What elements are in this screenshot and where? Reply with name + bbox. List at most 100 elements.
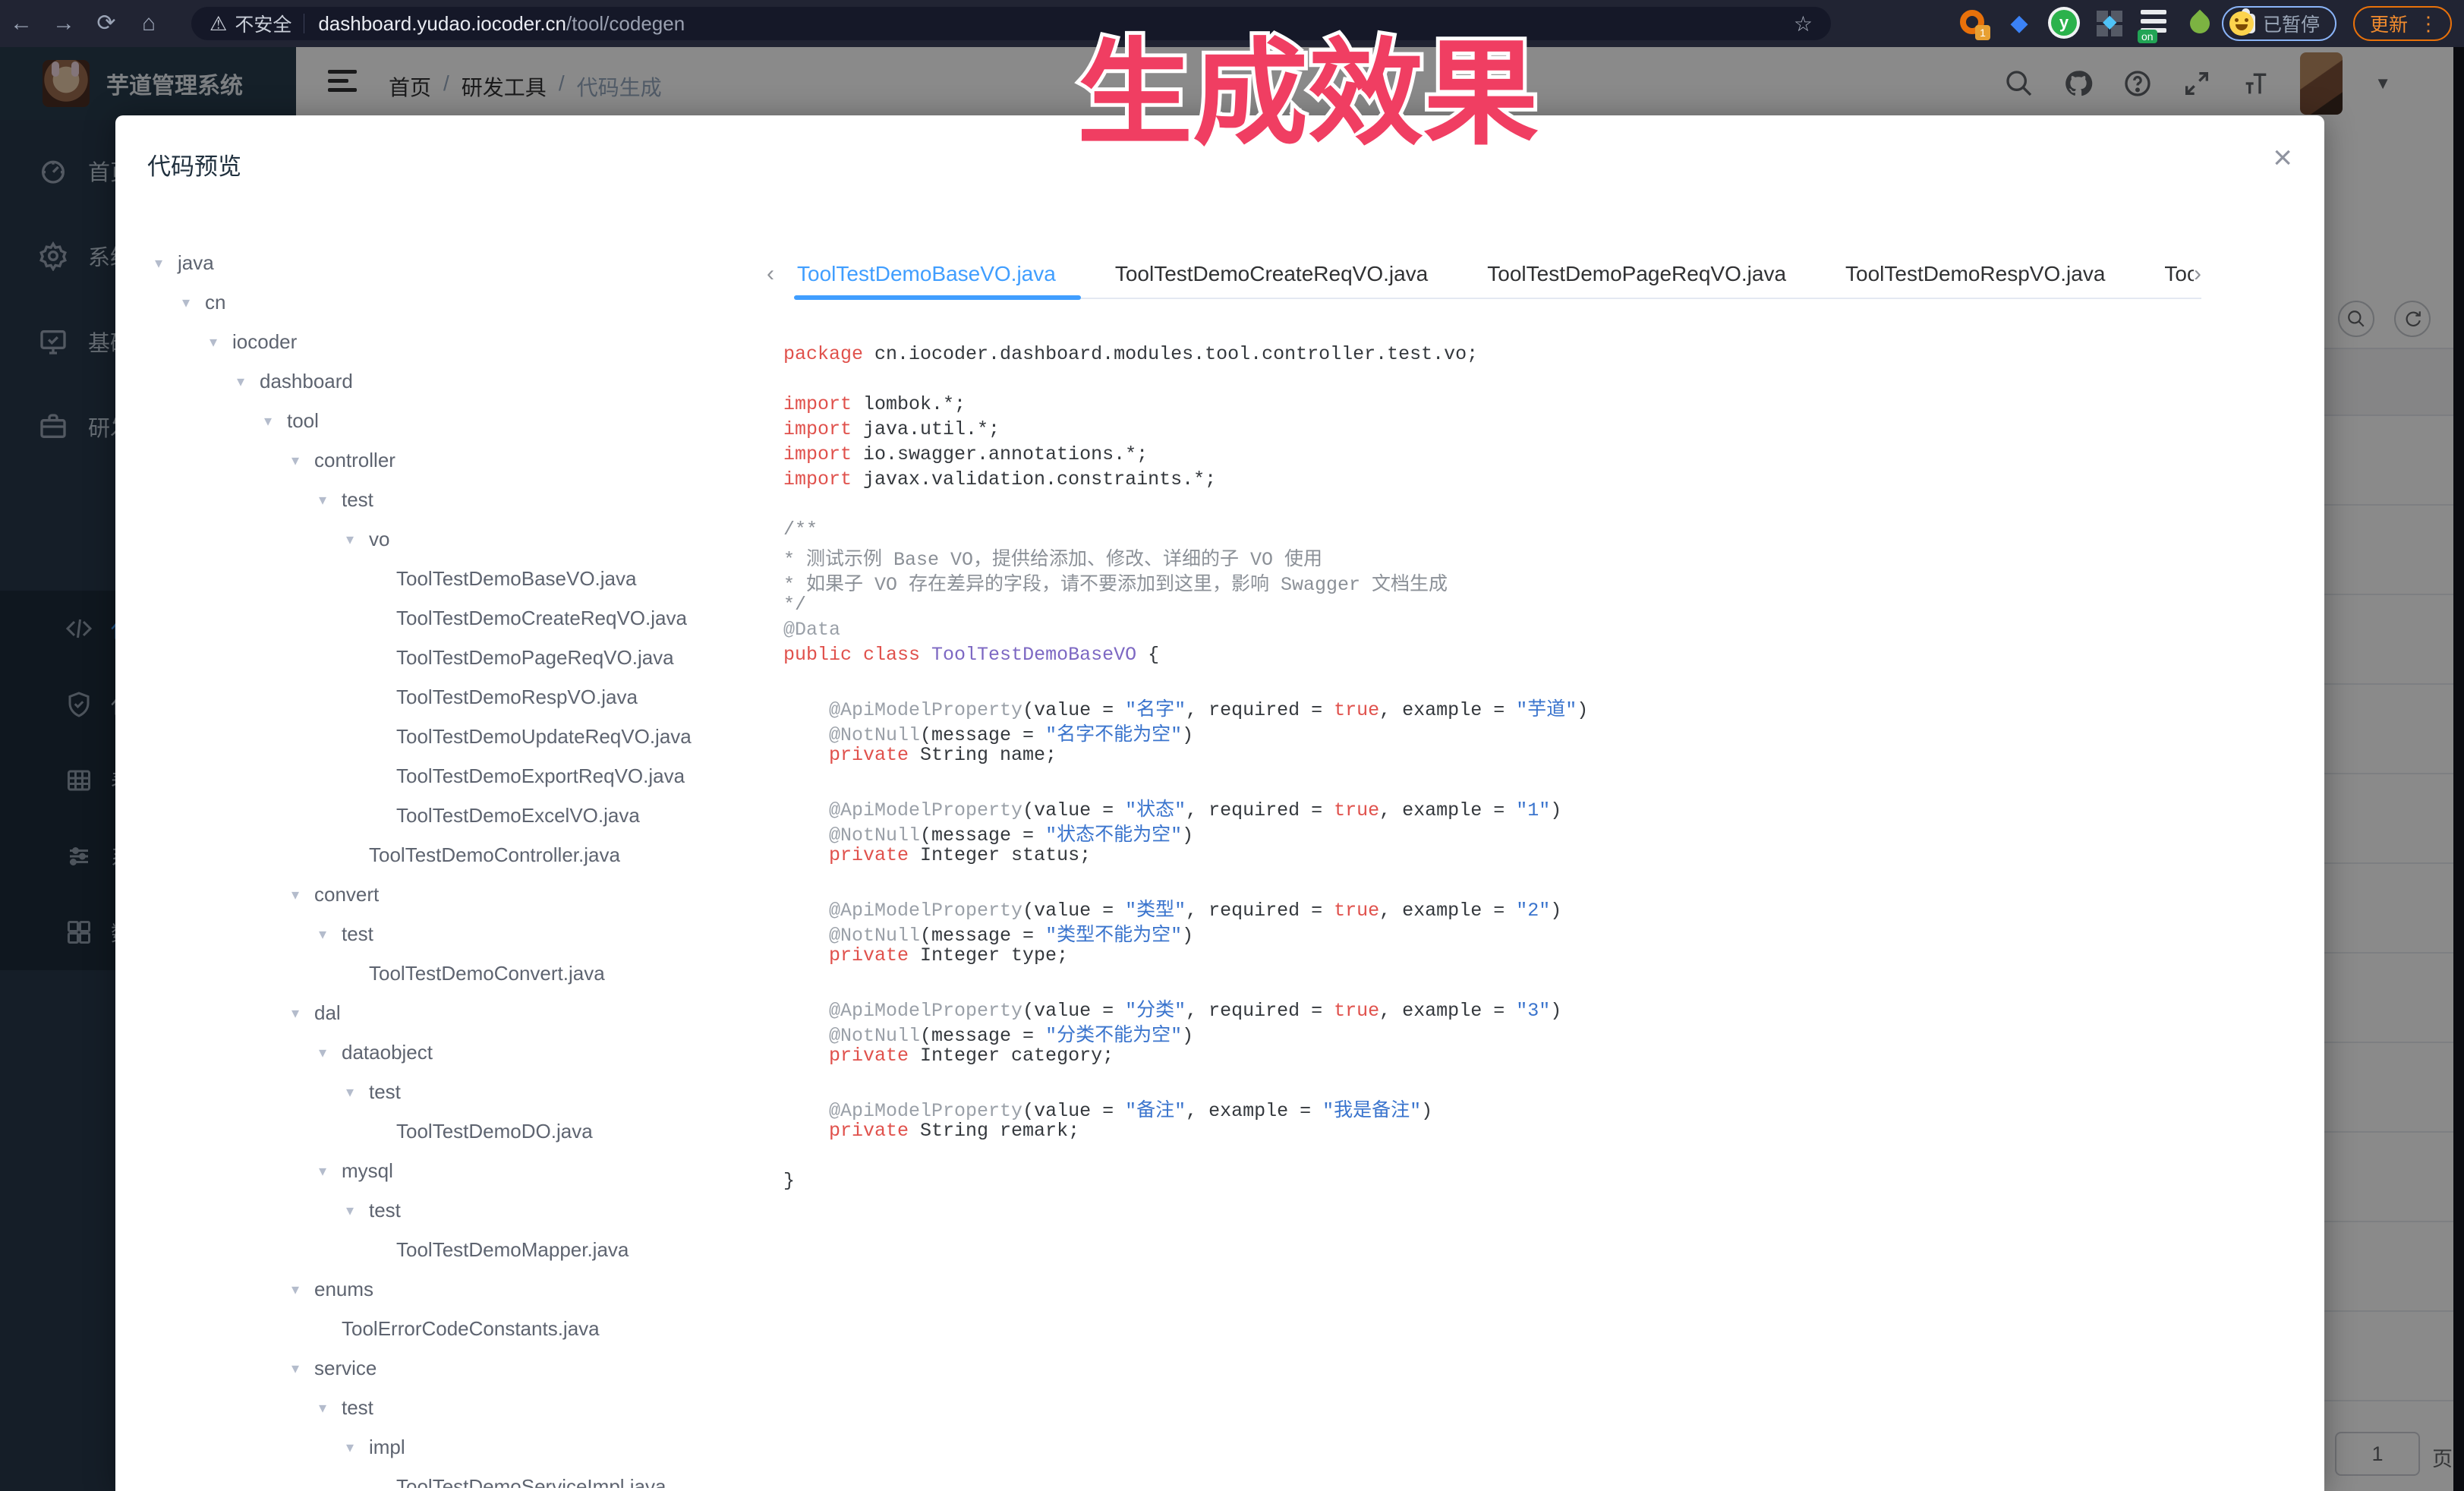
tree-node-label: iocoder (232, 330, 297, 354)
browser-menu-icon[interactable]: ⋮ (2418, 18, 2438, 29)
tree-node-file[interactable]: ToolTestDemoExportReqVO.java (373, 756, 685, 796)
tree-node-folder[interactable]: ▾mysql (319, 1151, 393, 1190)
tree-expand-caret-icon[interactable]: ▾ (319, 925, 342, 944)
code-line: import java.util.*; (783, 418, 2286, 443)
tree-node-file[interactable]: ToolTestDemoMapper.java (373, 1230, 629, 1269)
tree-indent (373, 768, 396, 785)
code-line: public class ToolTestDemoBaseVO { (783, 644, 2286, 669)
tree-expand-caret-icon[interactable]: ▾ (291, 1280, 314, 1299)
tree-expand-caret-icon[interactable]: ▾ (319, 1043, 342, 1062)
tree-node-label: vo (369, 528, 389, 551)
tree-node-folder[interactable]: ▾dataobject (319, 1032, 433, 1072)
tree-node-file[interactable]: ToolErrorCodeConstants.java (319, 1309, 600, 1348)
close-icon[interactable]: × (2273, 141, 2292, 175)
tree-node-folder[interactable]: ▾enums (291, 1269, 373, 1309)
tree-node-file[interactable]: ToolTestDemoUpdateReqVO.java (373, 717, 692, 756)
extension-badge: 1 (1975, 25, 1990, 40)
tree-expand-caret-icon[interactable]: ▾ (210, 333, 232, 351)
tree-expand-caret-icon[interactable]: ▾ (291, 885, 314, 904)
tree-node-folder[interactable]: ▾test (346, 1072, 401, 1111)
tree-node-file[interactable]: ToolTestDemoRespVO.java (373, 677, 638, 717)
tree-expand-caret-icon[interactable]: ▾ (346, 1083, 369, 1102)
code-line: } (783, 1170, 2286, 1195)
browser-forward-icon[interactable]: → (43, 0, 85, 47)
tree-expand-caret-icon[interactable]: ▾ (155, 254, 178, 273)
tree-node-folder[interactable]: ▾test (319, 480, 373, 519)
tree-expand-caret-icon[interactable]: ▾ (291, 1359, 314, 1378)
profile-paused-pill[interactable]: 已暂停 (2222, 6, 2336, 41)
tree-expand-caret-icon[interactable]: ▾ (182, 293, 205, 312)
file-tab-4[interactable]: ToolTestDemoRespVO.java (1845, 251, 2105, 298)
tree-node-folder[interactable]: ▾tool (264, 401, 319, 440)
file-tab-2[interactable]: ToolTestDemoCreateReqVO.java (1115, 251, 1428, 298)
tree-node-file[interactable]: ToolTestDemoCreateReqVO.java (373, 598, 687, 638)
tree-node-folder[interactable]: ▾impl (346, 1427, 405, 1467)
tree-node-file[interactable]: ToolTestDemoExcelVO.java (373, 796, 640, 835)
tree-expand-caret-icon[interactable]: ▾ (319, 1398, 342, 1417)
tree-node-folder[interactable]: ▾dashboard (237, 361, 353, 401)
tree-indent (373, 570, 396, 588)
tree-node-folder[interactable]: ▾test (346, 1190, 401, 1230)
bookmark-star-icon[interactable]: ☆ (1794, 11, 1813, 36)
tree-node-folder[interactable]: ▾cn (182, 282, 225, 322)
dialog-title: 代码预览 (147, 147, 241, 181)
code-viewer[interactable]: package cn.iocoder.dashboard.modules.too… (783, 343, 2286, 1482)
tree-expand-caret-icon[interactable]: ▾ (264, 411, 287, 430)
tree-node-file[interactable]: ToolTestDemoServiceImpl.java (373, 1467, 666, 1488)
extension-leaf-icon[interactable] (2186, 10, 2214, 37)
tree-indent (373, 649, 396, 667)
browser-reload-icon[interactable]: ⟳ (85, 0, 128, 47)
security-warning-label: 不安全 (235, 10, 291, 37)
update-label: 更新 (2370, 10, 2408, 37)
code-line (783, 493, 2286, 519)
tree-node-label: ToolTestDemoPageReqVO.java (396, 646, 674, 670)
tree-node-folder[interactable]: ▾iocoder (210, 322, 297, 361)
browser-back-icon[interactable]: ← (0, 0, 43, 47)
active-tab-underline (794, 295, 1081, 300)
tree-expand-caret-icon[interactable]: ▾ (291, 451, 314, 470)
extension-ring-icon[interactable]: 1 (1960, 10, 1987, 37)
browser-address-bar[interactable]: ⚠ 不安全 dashboard.yudao.iocoder.cn /tool/c… (191, 7, 1831, 40)
tree-expand-caret-icon[interactable]: ▾ (237, 372, 260, 391)
tree-node-file[interactable]: ToolTestDemoConvert.java (346, 954, 605, 993)
tree-expand-caret-icon[interactable]: ▾ (346, 1201, 369, 1220)
tree-indent (373, 610, 396, 627)
extension-list-icon[interactable]: on (2141, 10, 2168, 37)
tree-indent (346, 846, 369, 864)
extension-grid-icon[interactable]: ◆ (2097, 11, 2122, 36)
tree-node-folder[interactable]: ▾test (319, 1388, 373, 1427)
tree-node-file[interactable]: ToolTestDemoPageReqVO.java (373, 638, 674, 677)
tree-node-label: tool (287, 409, 319, 433)
tabs-scroll-right-icon[interactable]: › (2194, 261, 2201, 287)
extension-y-icon[interactable]: y (2051, 10, 2078, 37)
tabs-scroll-left-icon[interactable]: ‹ (767, 261, 774, 287)
tree-node-folder[interactable]: ▾test (319, 914, 373, 954)
tree-node-folder[interactable]: ▾vo (346, 519, 389, 559)
tree-node-file[interactable]: ToolTestDemoDO.java (373, 1111, 593, 1151)
tree-expand-caret-icon[interactable]: ▾ (319, 1162, 342, 1181)
file-tab-1[interactable]: ToolTestDemoBaseVO.java (797, 251, 1056, 298)
tree-node-label: convert (314, 883, 379, 906)
tree-expand-caret-icon[interactable]: ▾ (346, 530, 369, 549)
tree-expand-caret-icon[interactable]: ▾ (291, 1004, 314, 1023)
tree-indent (373, 689, 396, 706)
tree-expand-caret-icon[interactable]: ▾ (346, 1438, 369, 1457)
browser-update-button[interactable]: 更新 ⋮ (2353, 6, 2452, 41)
tree-node-label: ToolTestDemoController.java (369, 843, 620, 867)
code-preview-dialog: 代码预览 × ▾java▾cn▾iocoder▾dashboard▾tool▾c… (115, 115, 2324, 1491)
code-line: import lombok.*; (783, 393, 2286, 418)
tree-node-file[interactable]: ToolTestDemoController.java (346, 835, 620, 875)
tree-node-folder[interactable]: ▾service (291, 1348, 377, 1388)
tree-node-file[interactable]: ToolTestDemoBaseVO.java (373, 559, 636, 598)
tree-node-label: mysql (342, 1159, 393, 1183)
tree-expand-caret-icon[interactable]: ▾ (319, 490, 342, 509)
tree-node-label: dataobject (342, 1041, 433, 1064)
tree-node-folder[interactable]: ▾convert (291, 875, 379, 914)
tree-node-folder[interactable]: ▾dal (291, 993, 341, 1032)
tree-node-folder[interactable]: ▾java (155, 243, 214, 282)
file-tab-5[interactable]: ToolTestDemoUpdateReqVO.java (2164, 251, 2194, 298)
file-tab-3[interactable]: ToolTestDemoPageReqVO.java (1487, 251, 1786, 298)
extension-gem-icon[interactable]: ◆ (2006, 10, 2033, 37)
browser-home-icon[interactable]: ⌂ (128, 0, 170, 47)
tree-node-folder[interactable]: ▾controller (291, 440, 395, 480)
